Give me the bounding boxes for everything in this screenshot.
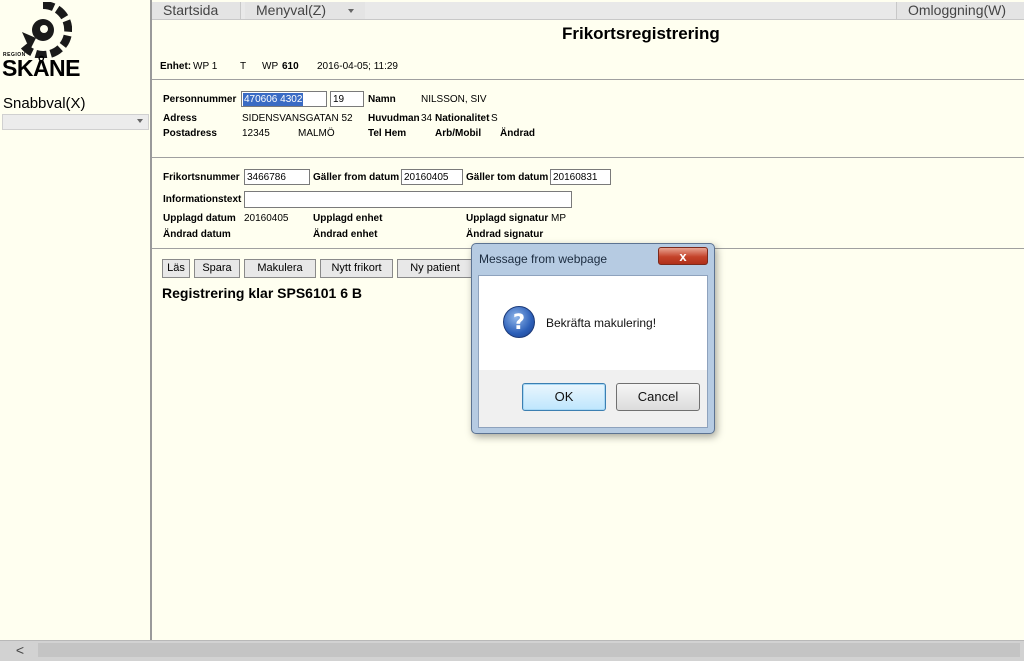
- telhem-label: Tel Hem: [368, 128, 407, 139]
- personnummer-label: Personnummer: [163, 94, 237, 105]
- enhet-value: WP 1: [193, 61, 218, 72]
- datetime: 2016-04-05; 11:29: [317, 61, 398, 72]
- menu-menyval[interactable]: Menyval(Z): [245, 2, 365, 19]
- adress-value: SIDENSVANSGATAN 52: [242, 113, 353, 124]
- t-value: T: [240, 61, 247, 72]
- enhet-label: Enhet:: [160, 61, 192, 72]
- personnummer-extra-field[interactable]: 19: [330, 91, 364, 107]
- wp-value: 610: [282, 61, 299, 72]
- las-button[interactable]: Läs: [162, 259, 190, 278]
- frikortsnummer-field[interactable]: 3466786: [244, 169, 310, 185]
- divider: [152, 157, 1024, 158]
- spara-button[interactable]: Spara: [194, 259, 240, 278]
- nationalitet-label: Nationalitet: [435, 113, 490, 124]
- andrad-label: Ändrad: [500, 128, 535, 139]
- menu-menyval-label: Menyval(Z): [256, 2, 327, 18]
- status-message: Registrering klar SPS6101 6 B: [162, 285, 362, 301]
- dialog-message: Bekräfta makulering!: [546, 316, 657, 330]
- postnummer-value: 12345: [242, 128, 270, 139]
- ort-value: MALMÖ: [298, 128, 335, 139]
- divider: [152, 79, 1024, 80]
- top-menu-bar: Startsida Menyval(Z) Omloggning(W): [152, 2, 1024, 20]
- personnummer-field[interactable]: 470606 4302: [241, 91, 327, 107]
- scrollbar-thumb[interactable]: [38, 643, 1020, 657]
- page-title: Frikortsregistrering: [562, 24, 720, 43]
- informationstext-label: Informationstext: [163, 194, 242, 205]
- upplagd-signatur-value: MP: [551, 213, 566, 224]
- huvudman-label: Huvudman: [368, 113, 420, 124]
- upplagd-enhet-label: Upplagd enhet: [313, 213, 383, 224]
- menu-omloggning[interactable]: Omloggning(W): [896, 2, 1024, 19]
- arbmobil-label: Arb/Mobil: [435, 128, 482, 139]
- upplagd-datum-value: 20160405: [244, 213, 289, 224]
- ny-patient-button[interactable]: Ny patient: [397, 259, 473, 278]
- question-icon: ?: [503, 306, 535, 338]
- dialog-title: Message from webpage: [479, 252, 608, 266]
- wp-label: WP: [262, 61, 279, 72]
- adress-label: Adress: [163, 113, 197, 124]
- nationalitet-value: S: [491, 113, 498, 124]
- personnummer-value: 470606 4302: [243, 93, 304, 106]
- frikortsnummer-label: Frikortsnummer: [163, 172, 240, 183]
- region-skane-logo-icon: [20, 2, 72, 58]
- close-icon[interactable]: x: [658, 247, 708, 265]
- huvudman-value: 34: [421, 113, 433, 124]
- galler-tom-label: Gäller tom datum: [466, 172, 549, 183]
- message-dialog: Message from webpage x ? Bekräfta makule…: [471, 243, 715, 434]
- upplagd-datum-label: Upplagd datum: [163, 213, 236, 224]
- andrad-datum-label: Ändrad datum: [163, 229, 231, 240]
- menu-startsida[interactable]: Startsida: [152, 2, 241, 19]
- andrad-signatur-label: Ändrad signatur: [466, 229, 544, 240]
- chevron-down-icon: [137, 119, 143, 123]
- snabbval-label: Snabbval(X): [3, 95, 86, 112]
- upplagd-signatur-label: Upplagd signatur: [466, 213, 549, 224]
- galler-from-field[interactable]: 20160405: [401, 169, 463, 185]
- makulera-button[interactable]: Makulera: [244, 259, 316, 278]
- informationstext-field[interactable]: [244, 191, 572, 208]
- andrad-enhet-label: Ändrad enhet: [313, 229, 378, 240]
- namn-value: NILSSON, SIV: [421, 94, 487, 105]
- chevron-down-icon: [348, 9, 354, 13]
- postadress-label: Postadress: [163, 128, 217, 139]
- cancel-button[interactable]: Cancel: [616, 383, 700, 411]
- ok-button[interactable]: OK: [522, 383, 606, 411]
- galler-from-label: Gäller from datum: [313, 172, 400, 183]
- snabbval-dropdown[interactable]: [2, 114, 149, 130]
- nytt-frikort-button[interactable]: Nytt frikort: [320, 259, 393, 278]
- galler-tom-field[interactable]: 20160831: [550, 169, 611, 185]
- logo-skane-text: SKÅNE: [2, 55, 81, 81]
- scroll-left-arrow-icon[interactable]: <: [8, 643, 32, 657]
- namn-label: Namn: [368, 94, 396, 105]
